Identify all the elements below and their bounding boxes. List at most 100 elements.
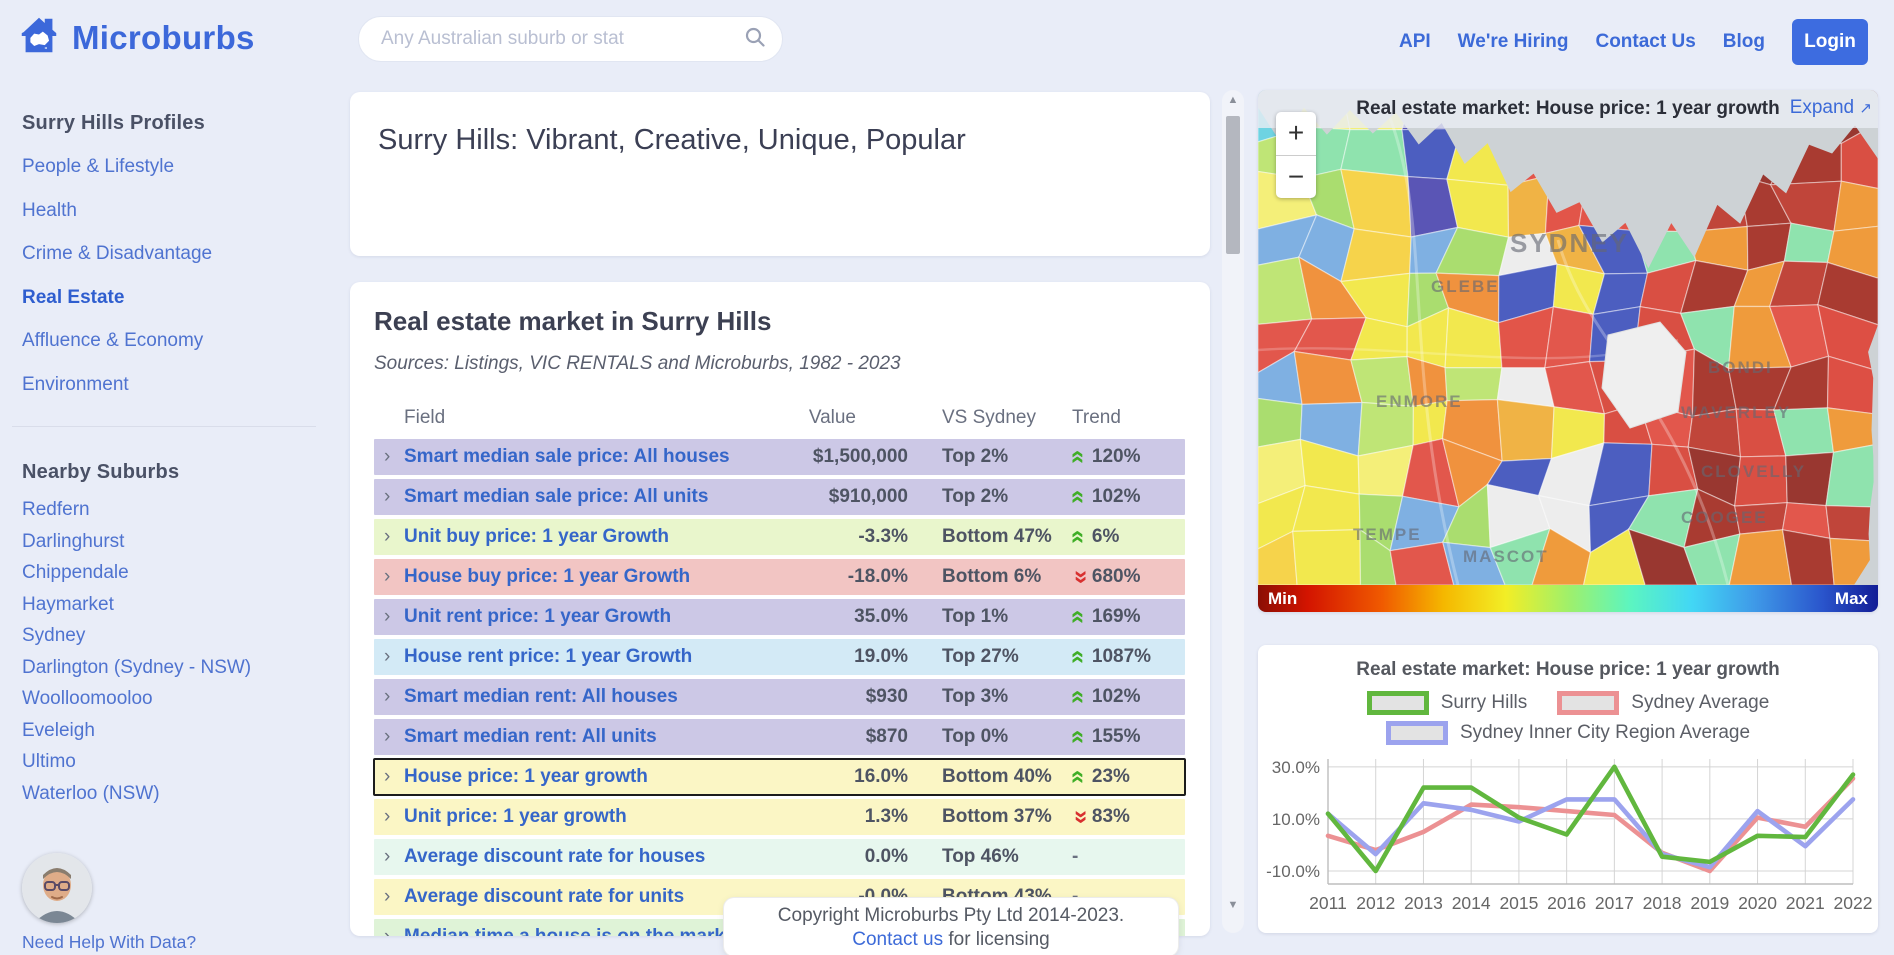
map-zoom-in-button[interactable]: +: [1276, 112, 1316, 156]
table-row[interactable]: ›Unit price: 1 year growth1.3%Bottom 37%…: [374, 799, 1185, 835]
map-label-coogee: COOGEE: [1681, 508, 1768, 527]
help-with-data-link[interactable]: Need Help With Data?: [22, 932, 196, 953]
row-expander-icon[interactable]: ›: [374, 646, 404, 668]
row-expander-icon[interactable]: ›: [374, 526, 404, 548]
nearby-suburb-sydney[interactable]: Sydney: [22, 620, 330, 652]
row-expander-icon[interactable]: ›: [374, 486, 404, 508]
value-cell: $870: [778, 726, 908, 748]
table-row[interactable]: ›House rent price: 1 year Growth19.0%Top…: [374, 639, 1185, 675]
sidebar: Surry Hills Profiles People & LifestyleH…: [0, 84, 350, 955]
search-input[interactable]: [381, 28, 744, 50]
nav-link-api[interactable]: API: [1399, 31, 1431, 53]
row-expander-icon[interactable]: ›: [374, 846, 404, 868]
map-label-tempe: TEMPE: [1353, 525, 1422, 544]
field-link[interactable]: House buy price: 1 year Growth: [404, 566, 778, 588]
row-expander-icon[interactable]: ›: [374, 806, 404, 828]
legend-swatch-icon: [1367, 691, 1429, 715]
table-row[interactable]: ›Smart median sale price: All houses$1,5…: [374, 439, 1185, 475]
profile-links: People & LifestyleHealthCrime & Disadvan…: [22, 145, 330, 406]
row-expander-icon[interactable]: ›: [374, 886, 404, 908]
map-zoom-out-button[interactable]: −: [1276, 156, 1316, 199]
sidebar-item-affluence-economy[interactable]: Affluence & Economy: [22, 319, 330, 363]
map-color-legend: Min Max: [1258, 585, 1878, 612]
trend-down-icon: «: [1070, 810, 1088, 824]
sidebar-item-health[interactable]: Health: [22, 189, 330, 233]
column-header-trend: Trend: [1072, 407, 1185, 429]
nav-link-blog[interactable]: Blog: [1723, 31, 1765, 53]
trend-value: 102%: [1092, 686, 1141, 708]
page-title: Surry Hills: Vibrant, Creative, Unique, …: [378, 124, 1182, 157]
table-row[interactable]: ›Unit rent price: 1 year Growth35.0%Top …: [374, 599, 1185, 635]
x-tick-label: 2021: [1786, 893, 1825, 913]
field-link[interactable]: Unit price: 1 year growth: [404, 806, 778, 828]
legend-label: Sydney Average: [1631, 692, 1769, 714]
nearby-suburb-eveleigh[interactable]: Eveleigh: [22, 715, 330, 747]
nav-link-we-re-hiring[interactable]: We're Hiring: [1458, 31, 1569, 53]
chart-title: Real estate market: House price: 1 year …: [1258, 659, 1878, 681]
trend-cell: «6%: [1072, 526, 1185, 548]
vs-sydney-cell: Bottom 40%: [942, 766, 1072, 788]
map-expand-link[interactable]: Expand ↗: [1790, 97, 1872, 119]
table-row[interactable]: ›Unit buy price: 1 year Growth-3.3%Botto…: [374, 519, 1185, 555]
value-cell: -3.3%: [778, 526, 908, 548]
nearby-suburb-haymarket[interactable]: Haymarket: [22, 589, 330, 621]
table-row[interactable]: ›Smart median sale price: All units$910,…: [374, 479, 1185, 515]
row-expander-icon[interactable]: ›: [374, 686, 404, 708]
sidebar-item-real-estate[interactable]: Real Estate: [22, 276, 330, 320]
table-row[interactable]: ›House buy price: 1 year Growth-18.0%Bot…: [374, 559, 1185, 595]
vs-sydney-cell: Top 2%: [942, 446, 1072, 468]
trend-value: 6%: [1092, 526, 1119, 548]
row-expander-icon[interactable]: ›: [374, 446, 404, 468]
trend-up-icon: «: [1070, 650, 1088, 664]
field-link[interactable]: Average discount rate for units: [404, 886, 778, 908]
nearby-suburb-waterloo-nsw-[interactable]: Waterloo (NSW): [22, 778, 330, 810]
field-link[interactable]: House price: 1 year growth: [404, 766, 778, 788]
field-link[interactable]: Median time a house is on the market: [404, 926, 778, 936]
scroll-down-icon[interactable]: ▼: [1222, 899, 1244, 911]
trend-value: 169%: [1092, 606, 1141, 628]
x-tick-label: 2016: [1547, 893, 1586, 913]
scrollbar-thumb[interactable]: [1226, 116, 1240, 254]
scroll-up-icon[interactable]: ▲: [1222, 94, 1244, 106]
row-expander-icon[interactable]: ›: [374, 726, 404, 748]
field-link[interactable]: Smart median rent: All units: [404, 726, 778, 748]
table-row[interactable]: ›House price: 1 year growth16.0%Bottom 4…: [374, 759, 1185, 795]
nav-link-contact-us[interactable]: Contact Us: [1595, 31, 1695, 53]
value-cell: 0.0%: [778, 846, 908, 868]
legend-swatch-icon: [1386, 721, 1448, 745]
login-button[interactable]: Login: [1792, 19, 1868, 65]
vs-sydney-cell: Top 27%: [942, 646, 1072, 668]
table-title: Real estate market in Surry Hills: [374, 306, 1185, 337]
row-expander-icon[interactable]: ›: [374, 566, 404, 588]
nearby-suburb-woolloomooloo[interactable]: Woolloomooloo: [22, 683, 330, 715]
choropleth-map[interactable]: SYDNEYGLEBEENMORETEMPEMASCOTBONDIWAVERLE…: [1258, 90, 1878, 585]
field-link[interactable]: House rent price: 1 year Growth: [404, 646, 778, 668]
sidebar-item-crime-disadvantage[interactable]: Crime & Disadvantage: [22, 232, 330, 276]
field-link[interactable]: Smart median sale price: All houses: [404, 446, 778, 468]
table-row[interactable]: ›Smart median rent: All units$870Top 0%«…: [374, 719, 1185, 755]
nearby-suburb-darlinghurst[interactable]: Darlinghurst: [22, 526, 330, 558]
legend-label: Sydney Inner City Region Average: [1460, 722, 1750, 744]
support-avatar[interactable]: [22, 853, 92, 923]
nearby-suburb-chippendale[interactable]: Chippendale: [22, 557, 330, 589]
sidebar-item-environment[interactable]: Environment: [22, 363, 330, 407]
field-link[interactable]: Smart median sale price: All units: [404, 486, 778, 508]
nearby-suburb-redfern[interactable]: Redfern: [22, 494, 330, 526]
field-link[interactable]: Unit rent price: 1 year Growth: [404, 606, 778, 628]
field-link[interactable]: Smart median rent: All houses: [404, 686, 778, 708]
contact-us-link[interactable]: Contact us: [852, 929, 943, 950]
nearby-suburb-darlington-sydney-nsw-[interactable]: Darlington (Sydney - NSW): [22, 652, 330, 684]
row-expander-icon[interactable]: ›: [374, 606, 404, 628]
page-scrollbar[interactable]: ▲ ▼: [1222, 90, 1244, 933]
row-expander-icon[interactable]: ›: [374, 766, 404, 788]
row-expander-icon[interactable]: ›: [374, 926, 404, 936]
field-link[interactable]: Unit buy price: 1 year Growth: [404, 526, 778, 548]
field-link[interactable]: Average discount rate for houses: [404, 846, 778, 868]
nearby-suburb-ultimo[interactable]: Ultimo: [22, 746, 330, 778]
table-row[interactable]: ›Smart median rent: All houses$930Top 3%…: [374, 679, 1185, 715]
table-row[interactable]: ›Average discount rate for houses0.0%Top…: [374, 839, 1185, 875]
trend-value: 23%: [1092, 766, 1130, 788]
search-icon[interactable]: [744, 26, 766, 53]
sidebar-item-people-lifestyle[interactable]: People & Lifestyle: [22, 145, 330, 189]
brand-logo[interactable]: Microburbs: [16, 12, 255, 63]
